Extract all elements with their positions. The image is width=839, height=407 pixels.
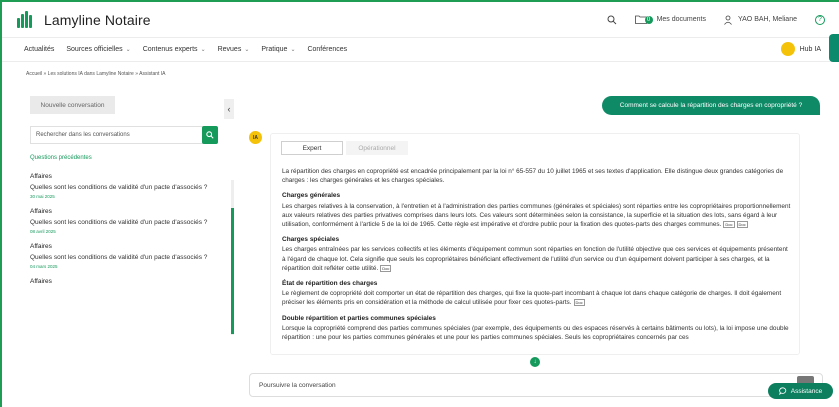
search-button[interactable] (607, 15, 617, 25)
user-icon (724, 15, 732, 25)
section-title: Charges générales (282, 192, 341, 200)
sidebar-scroll-thumb[interactable] (231, 208, 234, 334)
answer-body: La répartition des charges en copropriét… (282, 167, 792, 348)
my-documents-link[interactable]: 0 Mes documents (634, 15, 706, 24)
brand-name: Lamyline Notaire (44, 11, 151, 28)
nav-item-actualites[interactable]: Actualités (24, 46, 54, 53)
conversation-category: Affaires (30, 208, 52, 215)
new-conversation-button[interactable]: Nouvelle conversation (30, 96, 115, 114)
list-item[interactable]: Affaires Quelles sont les conditions de … (30, 208, 225, 234)
conversation-sidebar: Nouvelle conversation ‹ Rechercher dans … (23, 88, 234, 338)
conversation-search-input[interactable]: Rechercher dans les conversations (30, 126, 210, 144)
user-name: YAO BAH, Meliane (737, 16, 797, 23)
list-item[interactable]: Affaires Quelles sont les conditions de … (30, 173, 225, 199)
answer-fade (271, 340, 799, 354)
chevron-down-icon: ⌄ (290, 47, 296, 53)
nav-item-conferences[interactable]: Conférences (307, 46, 347, 53)
section-title: Double répartition et parties communes s… (282, 314, 436, 322)
ia-avatar: IA (249, 131, 262, 144)
conversation-date: 04 mars 2025 (30, 264, 58, 269)
answer-mode-tabs: Expert Opérationnel (281, 141, 408, 155)
conversation-list: Affaires Quelles sont les conditions de … (30, 173, 225, 294)
conversation-question: Quelles sont les conditions de validité … (30, 254, 208, 261)
previous-questions-title: Questions précédentes (30, 155, 92, 161)
user-message-bubble: Comment se calcule la répartition des ch… (602, 96, 820, 115)
breadcrumb: Accueil » Les solutions IA dans Lamyline… (26, 71, 166, 77)
top-header: Lamyline Notaire 0 Mes documents YAO BAH… (2, 2, 839, 38)
section-text: Les charges entraînées par les services … (282, 246, 788, 272)
main-nav: Actualités Sources officielles ⌄ Contenus… (2, 34, 839, 62)
user-menu[interactable]: YAO BAH, Meliane (724, 15, 797, 25)
chevron-down-icon: ⌄ (200, 47, 206, 53)
section-title: Charges spéciales (282, 236, 340, 244)
conversation-question: Quelles sont les conditions de validité … (30, 184, 208, 191)
conversation-date: 30 mai 2025 (30, 194, 55, 199)
source-reference-button[interactable]: Doc (380, 264, 392, 272)
chevron-down-icon: ⌄ (244, 47, 250, 53)
chat-bubble-icon (779, 387, 786, 395)
hub-ia-link[interactable]: Hub IA (780, 42, 821, 56)
search-submit-button[interactable] (202, 126, 218, 144)
nav-item-contenus-experts[interactable]: Contenus experts ⌄ (143, 46, 206, 53)
conversation-date: 08 avril 2025 (30, 229, 56, 234)
section-text: Le règlement de copropriété doit comport… (282, 290, 782, 307)
list-item[interactable]: Affaires Quelles sont les conditions de … (30, 243, 225, 269)
tab-expert[interactable]: Expert (281, 141, 343, 155)
list-item[interactable]: Affaires (30, 278, 225, 285)
conversation-category: Affaires (30, 243, 52, 250)
conversation-category: Affaires (30, 173, 52, 180)
side-panel-tab[interactable] (829, 34, 839, 62)
chevron-down-icon: ⌄ (125, 47, 131, 53)
documents-count-badge: 0 (644, 15, 653, 24)
source-reference-button[interactable]: Doc (736, 220, 748, 228)
conversation-question: Quelles sont les conditions de validité … (30, 219, 208, 226)
help-icon[interactable]: ? (815, 14, 825, 25)
section-text: Les charges relatives à la conservation,… (282, 202, 791, 229)
arrow-down-icon: ↓ (533, 359, 537, 365)
answer-intro: La répartition des charges en copropriét… (282, 168, 784, 185)
scroll-down-button[interactable]: ↓ (530, 357, 540, 367)
nav-item-sources-officielles[interactable]: Sources officielles ⌄ (66, 46, 130, 53)
tab-operational[interactable]: Opérationnel (346, 141, 408, 155)
nav-item-pratique[interactable]: Pratique ⌄ (261, 46, 295, 53)
assistance-button[interactable]: Assistance (768, 383, 833, 399)
source-reference-button[interactable]: Doc (573, 299, 585, 307)
hub-ia-label: Hub IA (799, 45, 821, 53)
search-icon (607, 15, 616, 24)
assistant-answer-card: Expert Opérationnel La répartition des c… (270, 133, 800, 355)
nav-item-revues[interactable]: Revues ⌄ (218, 46, 250, 53)
section-title: État de répartition des charges (282, 280, 378, 288)
sidebar-scrollbar[interactable] (231, 180, 234, 335)
brand-logo[interactable]: Lamyline Notaire (16, 10, 151, 30)
logo-mark-icon (16, 10, 36, 30)
collapse-sidebar-button[interactable]: ‹ (224, 99, 234, 119)
conversation-category: Affaires (30, 278, 52, 285)
assistance-label: Assistance (790, 387, 823, 395)
my-documents-label: Mes documents (656, 16, 706, 23)
chevron-left-icon: ‹ (227, 104, 231, 114)
chat-input[interactable]: Poursuivre la conversation (249, 373, 823, 397)
search-icon (206, 131, 214, 139)
hub-ia-icon (780, 42, 795, 56)
source-reference-button[interactable]: Doc (723, 220, 735, 228)
